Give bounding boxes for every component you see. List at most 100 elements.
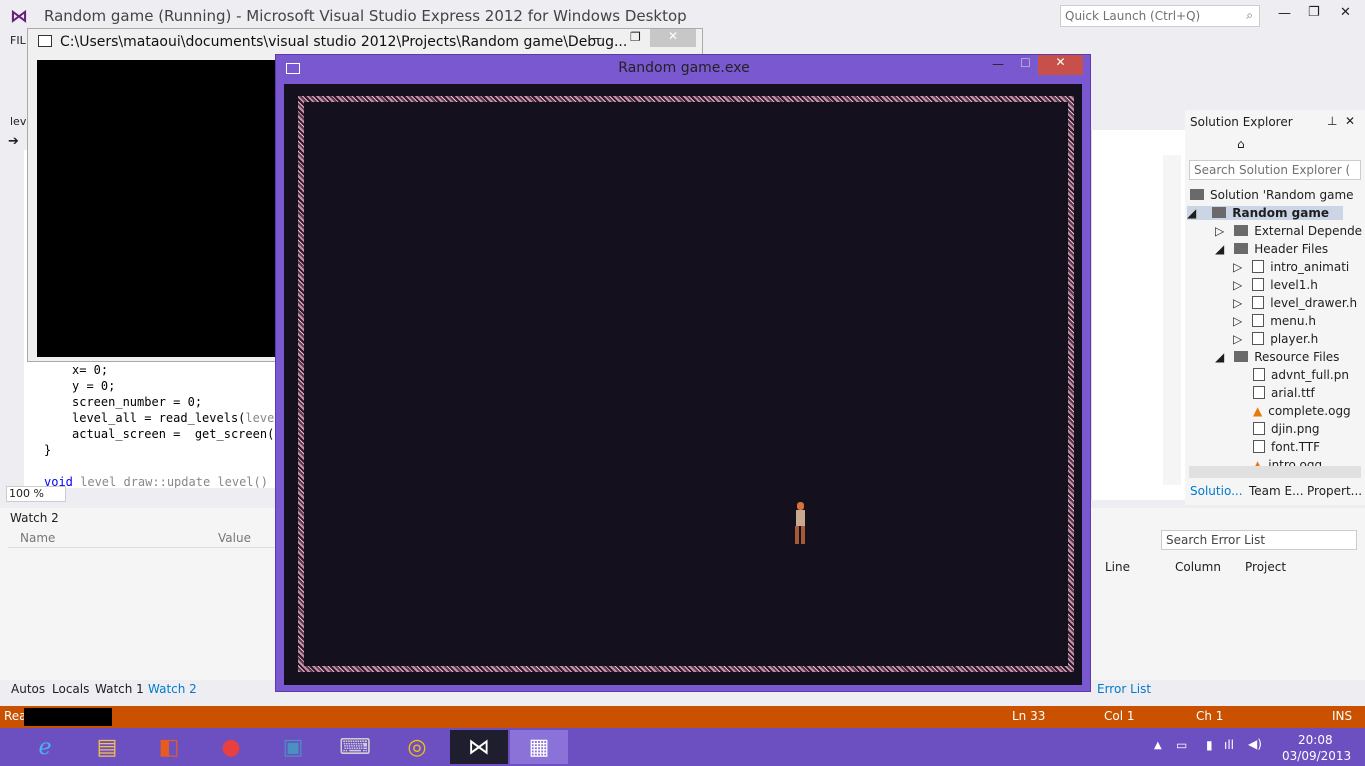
tree-item[interactable]: Solution 'Random game [1190,188,1354,202]
file-icon [1252,278,1265,291]
code-line: screen_number = 0; [72,395,203,409]
close-icon[interactable]: ✕ [1345,114,1355,128]
solution-explorer-title: Solution Explorer [1190,115,1293,129]
collapse-icon: ▷ [1215,224,1225,238]
pin-icon[interactable]: ⊥ [1327,114,1337,128]
tree-item[interactable]: ▷ player.h [1233,332,1318,346]
console-minimize-button[interactable]: — [590,31,602,45]
console-close-button[interactable]: ✕ [650,29,696,47]
tree-item[interactable]: ▷ level1.h [1233,278,1318,292]
tree-item[interactable]: ◢ Resource Files [1215,350,1339,364]
expand-icon: ◢ [1215,242,1225,256]
tab-watch2[interactable]: Watch 2 [148,682,197,696]
watch-panel: Watch 2 Name Value [0,508,276,680]
vs-logo-icon: ⋈ [10,6,28,27]
column-value[interactable]: Value [218,531,251,545]
explorer-icon[interactable]: ▤ [78,730,136,764]
tree-item[interactable]: font.TTF [1253,440,1320,454]
arrow-icon[interactable]: ➔ [8,134,19,149]
tree-item[interactable]: djin.png [1253,422,1320,436]
tree-item[interactable]: ▷ intro_animati [1233,260,1349,274]
folder-icon [1234,243,1249,254]
status-overlay [24,708,112,726]
audio-file-icon: ▲ [1253,458,1263,466]
file-icon [1252,260,1265,273]
tree-item[interactable]: ◢ Header Files [1215,242,1328,256]
collapse-icon: ▷ [1233,278,1243,292]
tree-item[interactable]: ▷ External Depende [1215,224,1362,238]
quick-launch-input[interactable]: Quick Launch (Ctrl+Q) ⌕ [1060,5,1260,27]
font-file-icon [1253,386,1265,399]
collapse-icon: ▷ [1233,296,1243,310]
solution-icon [1190,189,1204,200]
code-line: void level_draw::update_level() [44,475,268,488]
image-file-icon [1253,422,1265,435]
tree-item[interactable]: ◢ Random game [1187,206,1343,220]
image-file-icon [1253,368,1265,381]
app3-icon[interactable]: ⌨ [326,730,384,764]
clock-date[interactable]: 03/09/2013 [1282,749,1351,763]
tree-item[interactable]: advnt_full.pn [1253,368,1349,382]
tab-solution[interactable]: Solutio... [1190,484,1243,498]
tab-autos[interactable]: Autos [11,682,45,696]
tree-item[interactable]: ▲ complete.ogg [1253,404,1351,418]
visual-studio-icon[interactable]: ⋈ [450,730,508,764]
restore-button[interactable]: ❐ [1308,5,1320,20]
tree-item[interactable]: ▷ level_drawer.h [1233,296,1357,310]
zoom-select[interactable]: 100 % [6,486,66,502]
search-icon: ⌕ [1246,8,1253,22]
audio-file-icon: ▲ [1253,404,1263,418]
code-line: } [44,443,52,457]
code-line: y = 0; [72,379,116,393]
tree-item[interactable]: ▲ intro.ogg [1253,458,1322,466]
network-icon[interactable]: ▭ [1176,738,1187,752]
font-file-icon [1253,440,1265,453]
menu-file[interactable]: FIL [10,34,26,47]
tab-properties[interactable]: Propert... [1307,484,1362,498]
office-icon[interactable]: ◧ [140,730,198,764]
app2-icon[interactable]: ▣ [264,730,322,764]
code-line: x= 0; [72,363,109,377]
game-canvas[interactable] [284,84,1082,685]
column-name[interactable]: Name [20,531,55,545]
game-minimize-button[interactable]: — [992,57,1004,71]
collapse-icon: ▷ [1233,332,1243,346]
tab-locals[interactable]: Locals [52,682,89,696]
signal-icon[interactable]: ıll [1224,738,1234,752]
minimize-button[interactable]: — [1278,6,1291,21]
home-icon[interactable]: ⌂ [1237,137,1245,151]
horizontal-scrollbar[interactable] [1189,466,1361,478]
tab-team[interactable]: Team E... [1249,484,1304,498]
tab-watch1[interactable]: Watch 1 [95,682,144,696]
error-search-input[interactable]: Search Error List [1161,530,1357,550]
editor-scrollbar[interactable] [1163,155,1181,485]
column-project[interactable]: Project [1245,560,1286,574]
expand-icon: ◢ [1187,206,1197,220]
folder-icon [1234,225,1249,236]
file-icon [1252,314,1265,327]
close-button[interactable]: ✕ [1340,5,1351,20]
game-app-icon[interactable]: ▦ [510,730,568,764]
volume-icon[interactable]: ◀) [1248,737,1262,751]
battery-icon[interactable]: ▮ [1206,738,1213,752]
column-line[interactable]: Line [1105,560,1130,574]
chrome-icon[interactable]: ◎ [388,730,446,764]
game-window[interactable]: Random game.exe — ☐ ✕ [275,54,1091,692]
code-editor[interactable]: x= 0; y = 0; screen_number = 0; level_al… [24,358,276,488]
app-icon[interactable]: ● [202,730,260,764]
tab-error-list[interactable]: Error List [1097,682,1151,696]
code-line: actual_screen = get_screen(0 [72,427,276,441]
game-close-button[interactable]: ✕ [1038,55,1083,75]
clock-time[interactable]: 20:08 [1298,733,1333,747]
console-restore-button[interactable]: ❐ [630,30,641,44]
tree-item[interactable]: arial.ttf [1253,386,1315,400]
error-list-panel: Search Error List Line Column Project [1091,508,1365,680]
console-icon [38,35,52,47]
column-column[interactable]: Column [1175,560,1221,574]
file-icon [1252,296,1265,309]
ie-icon[interactable]: ℯ [16,730,74,764]
tray-arrow-icon[interactable]: ▲ [1154,740,1162,751]
tree-item[interactable]: ▷ menu.h [1233,314,1316,328]
solution-search-input[interactable]: Search Solution Explorer ( [1189,160,1361,180]
game-maximize-button[interactable]: ☐ [1020,56,1031,70]
